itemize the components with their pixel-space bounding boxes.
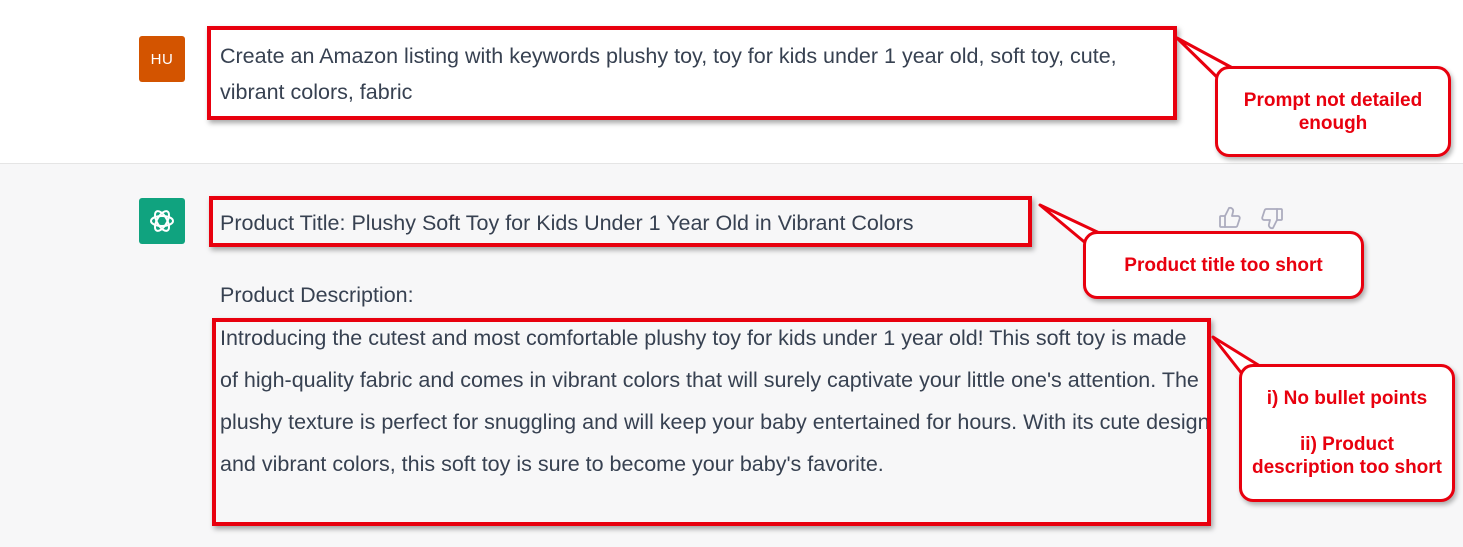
title-callout-text: Product title too short [1124, 254, 1323, 276]
description-callout: i) No bullet points ii) Product descript… [1239, 364, 1455, 502]
prompt-callout-text: Prompt not detailed enough [1243, 89, 1423, 134]
description-callout-line2: ii) Product description too short [1252, 434, 1442, 478]
prompt-callout: Prompt not detailed enough [1215, 66, 1451, 157]
title-callout: Product title too short [1083, 231, 1364, 299]
description-callout-line1: i) No bullet points [1266, 388, 1428, 409]
